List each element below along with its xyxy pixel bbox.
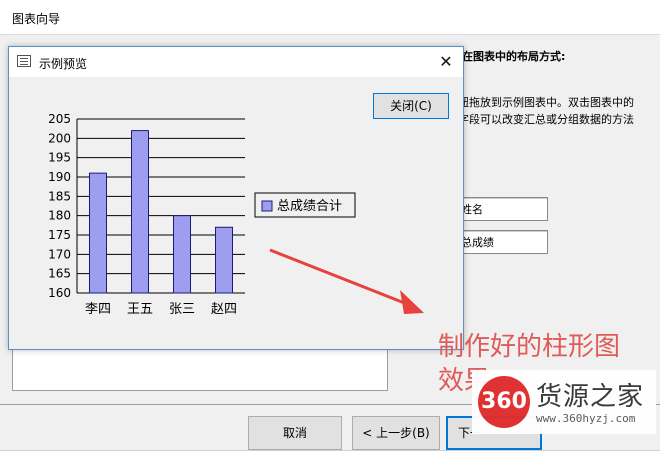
- field-button-total-score[interactable]: 总成绩: [456, 230, 548, 254]
- legend-label: 总成绩合计: [277, 199, 342, 214]
- x-tick-label: 张三: [169, 302, 195, 317]
- wizard-instruction-line: 字段可以改变汇总或分组数据的方法: [458, 113, 634, 126]
- bar-chart: 160 165 170 175 180 185 190 195 200 205 李四 王五 张三 赵四 总成…: [48, 112, 356, 317]
- annotation-caption: 制作好的柱形图: [438, 332, 621, 362]
- bar: [215, 226, 233, 294]
- y-tick-label: 180: [48, 209, 71, 223]
- watermark-url: www.360hyzj.com: [536, 412, 636, 425]
- watermark-name: 货源之家: [536, 382, 645, 412]
- y-tick-label: 195: [48, 151, 71, 165]
- x-tick-label: 李四: [85, 302, 111, 317]
- bar: [173, 215, 191, 294]
- cancel-button[interactable]: 取消: [248, 416, 342, 450]
- wizard-instruction-line: 钮拖放到示例图表中。双击图表中的: [458, 96, 634, 109]
- y-tick-label: 160: [48, 286, 71, 300]
- sample-preview-dialog: 示例预览 ✕ 关闭(C) 160 165 170 175 180 185 190 195 200…: [8, 46, 464, 350]
- wizard-title: 图表向导: [12, 12, 61, 26]
- x-tick-label: 王五: [127, 302, 153, 317]
- y-tick-label: 200: [48, 131, 71, 145]
- bar: [89, 172, 107, 294]
- bar: [131, 130, 149, 294]
- y-tick-label: 185: [48, 189, 71, 203]
- wizard-titlebar: 图表向导: [0, 0, 660, 35]
- field-button-name[interactable]: 姓名: [456, 197, 548, 221]
- watermark: 360 货源之家 www.360hyzj.com: [472, 370, 656, 434]
- y-tick-label: 170: [48, 247, 71, 261]
- watermark-logo: 360: [478, 376, 530, 428]
- y-tick-label: 165: [48, 267, 71, 281]
- y-tick-label: 190: [48, 170, 71, 184]
- back-button[interactable]: < 上一步(B): [352, 416, 440, 450]
- x-tick-label: 赵四: [211, 302, 237, 317]
- y-tick-label: 175: [48, 228, 71, 242]
- wizard-instruction-heading: 在图表中的布局方式:: [462, 50, 566, 63]
- y-tick-label: 205: [48, 112, 71, 126]
- legend-swatch: [261, 200, 273, 212]
